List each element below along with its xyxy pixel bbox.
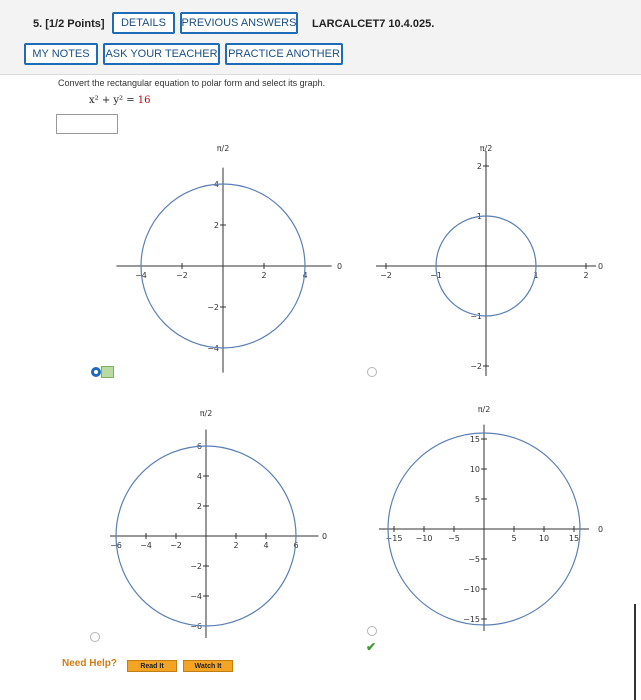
- y-tick-label: 4: [214, 180, 219, 189]
- page-scrollbar[interactable]: [634, 604, 636, 700]
- angle-label-pi-over-2: π/2: [200, 409, 213, 418]
- x-tick-label: −2: [176, 271, 188, 280]
- y-tick-label: 2: [214, 221, 219, 230]
- polar-curve: [140, 183, 306, 349]
- previous-answers-button[interactable]: PREVIOUS ANSWERS: [180, 12, 298, 34]
- x-tick-label: −2: [380, 271, 392, 280]
- y-tick-label: −2: [470, 362, 482, 371]
- x-tick-label: −4: [135, 271, 147, 280]
- y-tick-label: −6: [190, 622, 202, 631]
- question-prompt: Convert the rectangular equation to pola…: [58, 78, 326, 88]
- question-points: 5. [1/2 Points]: [33, 18, 105, 30]
- x-tick-label: 2: [583, 271, 588, 280]
- practice-another-button[interactable]: PRACTICE ANOTHER: [225, 43, 343, 65]
- question-header: 5. [1/2 Points] DETAILS PREVIOUS ANSWERS…: [0, 0, 641, 75]
- y-tick-label: −1: [470, 312, 482, 321]
- x-tick-label: 4: [263, 541, 268, 550]
- x-tick-label: 4: [302, 271, 307, 280]
- y-tick-label: 10: [470, 465, 480, 474]
- y-tick-label: −5: [468, 555, 480, 564]
- y-tick-label: −4: [190, 592, 202, 601]
- x-tick-label: −10: [416, 534, 433, 543]
- correct-check-icon: ✔: [366, 640, 377, 654]
- x-tick-label: 10: [539, 534, 549, 543]
- y-tick-label: −2: [207, 303, 219, 312]
- angle-label-pi-over-2: π/2: [217, 144, 230, 153]
- angle-label-pi-over-2: π/2: [480, 144, 493, 153]
- radio-option-a[interactable]: [91, 367, 101, 377]
- angle-label-pi-over-2: π/2: [478, 405, 491, 414]
- polar-curve: [115, 445, 297, 627]
- angle-label-zero: 0: [322, 532, 327, 541]
- x-tick-label: 6: [293, 541, 298, 550]
- y-tick-label: 6: [197, 442, 202, 451]
- x-tick-label: 1: [533, 271, 538, 280]
- read-it-button[interactable]: Read It: [127, 660, 177, 672]
- rectangular-equation: x² + y² = 16: [89, 95, 151, 106]
- problem-code: LARCALCET7 10.4.025.: [312, 18, 435, 30]
- polar-answer-input[interactable]: [56, 114, 118, 134]
- x-tick-label: 2: [261, 271, 266, 280]
- my-notes-button[interactable]: MY NOTES: [24, 43, 98, 65]
- x-tick-label: −5: [448, 534, 460, 543]
- y-tick-label: 5: [475, 495, 480, 504]
- polar-curve: [435, 215, 537, 317]
- x-tick-label: −2: [170, 541, 182, 550]
- x-tick-label: 15: [569, 534, 579, 543]
- y-tick-label: −2: [190, 562, 202, 571]
- y-tick-label: −15: [463, 615, 480, 624]
- y-tick-label: −4: [207, 344, 219, 353]
- details-button[interactable]: DETAILS: [112, 12, 175, 34]
- x-tick-label: −15: [386, 534, 403, 543]
- radio-option-c[interactable]: [90, 632, 100, 642]
- x-tick-label: −1: [430, 271, 442, 280]
- x-tick-label: −4: [140, 541, 152, 550]
- angle-label-zero: 0: [598, 262, 603, 271]
- y-tick-label: −10: [463, 585, 480, 594]
- watch-it-button[interactable]: Watch It: [183, 660, 233, 672]
- ask-teacher-button[interactable]: ASK YOUR TEACHER: [103, 43, 220, 65]
- x-tick-label: 2: [233, 541, 238, 550]
- angle-label-zero: 0: [337, 262, 342, 271]
- submitted-answer-badge: [101, 366, 114, 378]
- angle-label-zero: 0: [598, 525, 603, 534]
- y-tick-label: 1: [477, 212, 482, 221]
- radio-option-d[interactable]: [367, 626, 377, 636]
- equation-lhs: x² + y² =: [89, 95, 138, 106]
- equation-rhs: 16: [137, 95, 151, 106]
- x-tick-label: −6: [110, 541, 122, 550]
- x-tick-label: 5: [511, 534, 516, 543]
- y-tick-label: 2: [477, 162, 482, 171]
- radio-option-b[interactable]: [367, 367, 377, 377]
- polar-curve: [387, 432, 581, 626]
- y-tick-label: 4: [197, 472, 202, 481]
- need-help-label: Need Help?: [62, 658, 118, 669]
- y-tick-label: 15: [470, 435, 480, 444]
- y-tick-label: 2: [197, 502, 202, 511]
